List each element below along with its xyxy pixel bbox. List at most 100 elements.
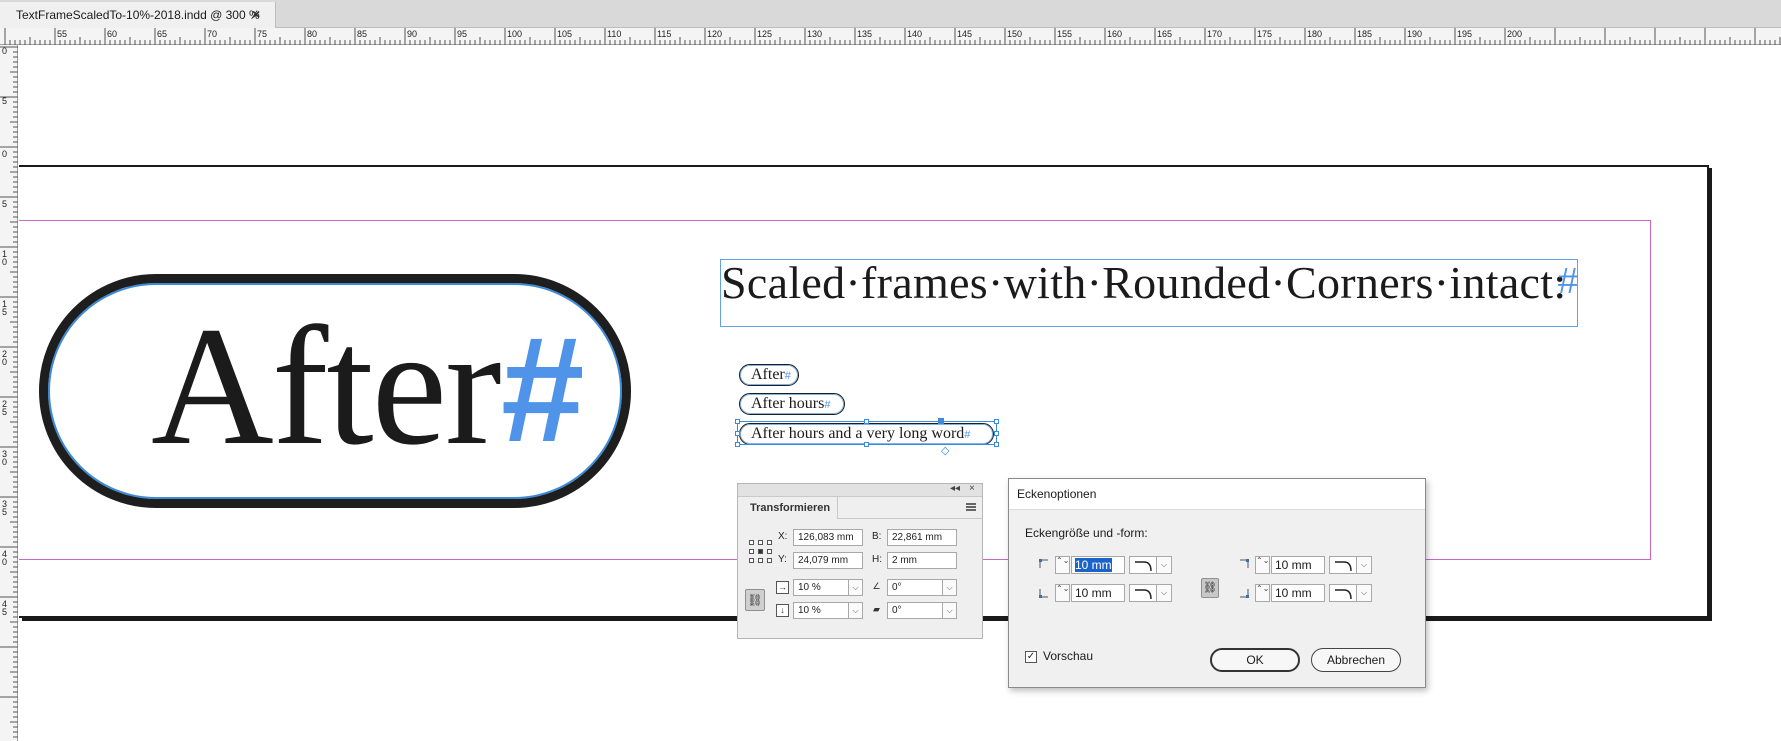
ruler-label: 130 [807,29,823,39]
top-left-spinner[interactable]: ⌃⌄ [1055,556,1070,574]
top-left-corner-icon [1039,559,1048,568]
close-panel-icon[interactable]: × [969,483,975,494]
frame-text: After hours [751,395,825,412]
bottom-left-shape-dropdown[interactable]: ⌵ [1157,584,1172,602]
horizontal-ruler[interactable]: 55 60 65 70 75 80 85 90 95 100 105 110 115 120 125 130 1… [0,28,1781,45]
top-left-size-value: 10 mm [1075,558,1112,572]
ruler-label: 0 [2,46,8,56]
ruler-label: 165 [1157,29,1173,39]
ruler-label: 200 [1507,29,1523,39]
collapse-panel-icon[interactable]: ◂◂ [950,483,960,494]
width-label: B: [872,531,882,542]
height-input[interactable]: 2 mm [887,552,957,569]
ruler-label: 110 [607,29,622,39]
ruler-label: 4 5 [2,599,8,617]
bottom-right-corner-icon [1240,589,1249,598]
scale-y-dropdown[interactable]: ⌵ [849,602,863,619]
top-right-corner-icon [1240,559,1249,568]
close-tab-icon[interactable]: × [252,6,260,22]
ruler-label: 170 [1207,29,1223,39]
y-position-input[interactable]: 24,079 mm [793,552,863,569]
corner-options-handle[interactable] [938,418,944,424]
bottom-left-size-input[interactable]: 10 mm [1071,584,1125,602]
tab-divider [838,518,982,519]
rotate-angle-icon: ∠ [872,581,881,591]
ruler-label: 3 5 [2,499,8,517]
ruler-label: 65 [157,29,168,39]
bottom-right-size-input[interactable]: 10 mm [1271,584,1325,602]
frame-end-marker: # [784,370,791,382]
rotation-angle-dropdown[interactable]: ⌵ [943,579,957,596]
ruler-label: 195 [1457,29,1473,39]
frame-text: After [751,366,785,383]
x-position-input[interactable]: 126,083 mm [793,529,863,546]
ruler-label: 115 [657,29,672,39]
scale-y-input[interactable]: 10 % [793,602,849,619]
bottom-right-shape-dropdown[interactable]: ⌵ [1357,584,1372,602]
ruler-label: 5 [2,96,8,106]
bottom-left-shape-select[interactable] [1129,584,1157,602]
frame-end-marker: # [824,399,831,411]
panel-menu-icon[interactable] [966,503,976,511]
bottom-right-shape-select[interactable] [1329,584,1357,602]
width-input[interactable]: 22,861 mm [887,529,957,546]
height-label: H: [872,554,882,565]
top-right-shape-dropdown[interactable]: ⌵ [1357,556,1372,574]
rounded-frame-small[interactable]: After# [739,364,799,386]
selection-handle[interactable] [735,431,740,436]
live-corner-marker[interactable]: ◇ [941,444,949,457]
x-label: X: [778,531,788,542]
scale-x-input[interactable]: 10 % [793,579,849,596]
reference-point-selector[interactable] [749,540,773,564]
selection-handle[interactable] [864,419,869,424]
selection-handle[interactable] [864,442,869,447]
corner-options-dialog: Eckenoptionen Eckengröße und -form: ⌃⌄ 1… [1008,478,1426,688]
selection-handle[interactable] [994,419,999,424]
top-left-shape-dropdown[interactable]: ⌵ [1157,556,1172,574]
ruler-label: 135 [857,29,873,39]
ok-button[interactable]: OK [1210,648,1300,672]
selection-handle[interactable] [994,442,999,447]
ruler-label: 2 0 [2,349,8,367]
ruler-label: 190 [1407,29,1423,39]
document-tab-title: TextFrameScaledTo-10%-2018.indd @ 300 % [16,8,260,22]
shear-angle-icon: ▰ [873,604,880,614]
y-label: Y: [778,554,787,565]
constrain-proportions-chain-icon[interactable]: ⛓ [745,589,765,611]
top-left-size-input[interactable]: 10 mm [1071,556,1125,574]
shear-angle-dropdown[interactable]: ⌵ [943,602,957,619]
selection-handle[interactable] [735,419,740,424]
ruler-label: 80 [307,29,318,39]
rounded-frame-medium[interactable]: After hours# [739,393,845,415]
ruler-label: 5 [2,199,8,209]
ruler-label: 85 [357,29,368,39]
bottom-left-spinner[interactable]: ⌃⌄ [1055,584,1070,602]
top-left-shape-select[interactable] [1129,556,1157,574]
ruler-label: 95 [457,29,468,39]
ruler-label: 125 [757,29,773,39]
ruler-label: 4 0 [2,549,8,567]
ruler-label: 120 [707,29,723,39]
ruler-label: 150 [1007,29,1023,39]
top-right-size-input[interactable]: 10 mm [1271,556,1325,574]
document-tab-bar: TextFrameScaledTo-10%-2018.indd @ 300 % … [0,0,1781,28]
scale-x-dropdown[interactable]: ⌵ [849,579,863,596]
shear-angle-input[interactable]: 0° [887,602,943,619]
ruler-label: 140 [907,29,923,39]
heading-text: Scaled·frames·with·Rounded·Corners·intac… [721,257,1567,308]
tab-transform[interactable]: Transformieren [738,497,838,519]
ruler-label: 75 [257,29,268,39]
top-right-spinner[interactable]: ⌃⌄ [1255,556,1270,574]
scale-x-icon: → [776,581,789,594]
preview-checkbox[interactable]: ✓ [1025,651,1037,663]
selection-handle[interactable] [994,431,999,436]
rotation-angle-input[interactable]: 0° [887,579,943,596]
cancel-button[interactable]: Abbrechen [1311,648,1401,672]
selection-handle[interactable] [735,442,740,447]
document-tab[interactable]: TextFrameScaledTo-10%-2018.indd @ 300 % … [0,2,276,28]
vertical-ruler[interactable]: 0 5 0 5 1 0 1 5 2 0 2 5 3 0 3 5 4 0 4 5 [0,45,18,741]
top-right-shape-select[interactable] [1329,556,1357,574]
large-frame-text: After [151,292,502,480]
bottom-right-spinner[interactable]: ⌃⌄ [1255,584,1270,602]
make-all-settings-same-chain-icon[interactable]: ⛓ [1201,578,1219,598]
